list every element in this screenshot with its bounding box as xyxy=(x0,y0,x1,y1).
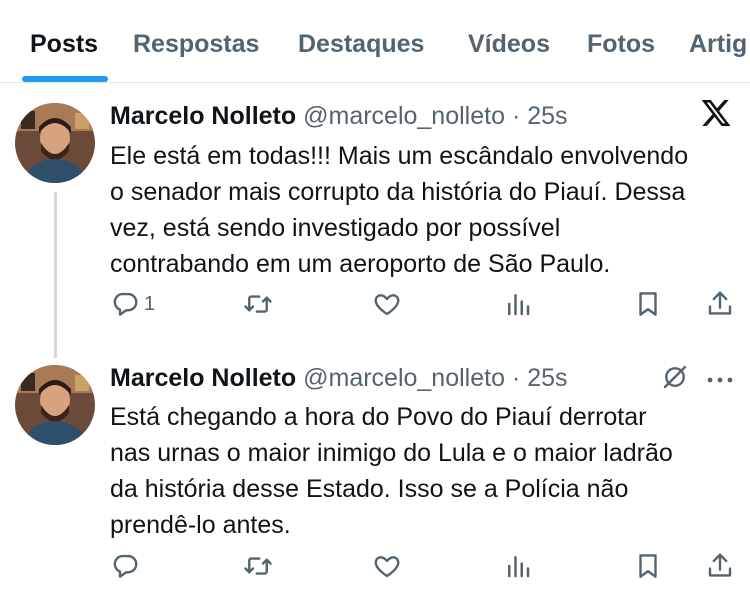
tab-videos[interactable]: Vídeos xyxy=(468,30,550,59)
author-handle[interactable]: @marcelo_nolleto xyxy=(303,364,505,392)
like-icon xyxy=(372,551,402,581)
like-icon xyxy=(372,289,402,319)
avatar[interactable] xyxy=(15,103,95,183)
post-header: Marcelo Nolleto @marcelo_nolleto · 25s xyxy=(110,102,568,131)
tab-posts[interactable]: Posts xyxy=(30,30,98,59)
active-tab-indicator xyxy=(22,76,108,82)
share-button[interactable] xyxy=(705,288,735,320)
author-handle[interactable]: @marcelo_nolleto xyxy=(303,102,505,130)
avatar[interactable] xyxy=(15,365,95,445)
share-icon xyxy=(705,551,735,581)
post-header: Marcelo Nolleto @marcelo_nolleto · 25s xyxy=(110,364,568,393)
post-text: Está chegando a hora do Povo do Piauí de… xyxy=(110,403,673,539)
author-name[interactable]: Marcelo Nolleto xyxy=(110,364,296,392)
like-button[interactable] xyxy=(372,550,402,582)
separator: · xyxy=(511,102,521,130)
post-time[interactable]: 25s xyxy=(527,364,567,392)
share-icon xyxy=(705,289,735,319)
tab-artigos[interactable]: Artig xyxy=(689,30,747,59)
bookmark-button[interactable] xyxy=(633,288,663,320)
repost-icon xyxy=(242,551,274,581)
author-name[interactable]: Marcelo Nolleto xyxy=(110,102,296,130)
post-actions: 1 xyxy=(110,288,740,320)
views-icon xyxy=(503,289,533,319)
tab-respostas[interactable]: Respostas xyxy=(133,30,259,59)
views-button[interactable] xyxy=(503,288,533,320)
reply-button[interactable] xyxy=(110,550,140,582)
bookmark-icon xyxy=(633,551,663,581)
profile-tabs: Posts Respostas Destaques Vídeos Fotos A… xyxy=(0,0,750,83)
more-icon[interactable] xyxy=(706,372,734,390)
thread-line xyxy=(54,192,57,358)
post-actions xyxy=(110,550,740,582)
share-button[interactable] xyxy=(705,550,735,582)
repost-button[interactable] xyxy=(242,550,274,582)
repost-button[interactable] xyxy=(242,288,274,320)
separator: · xyxy=(511,364,521,392)
reply-icon xyxy=(110,551,140,581)
bookmark-button[interactable] xyxy=(633,550,663,582)
grok-icon[interactable] xyxy=(660,362,690,397)
post-time[interactable]: 25s xyxy=(527,102,567,130)
like-button[interactable] xyxy=(372,288,402,320)
bookmark-icon xyxy=(633,289,663,319)
x-logo-icon xyxy=(700,97,732,134)
tab-fotos[interactable]: Fotos xyxy=(587,30,655,59)
post-text: Ele está em todas!!! Mais um escândalo e… xyxy=(110,142,689,278)
reply-button[interactable]: 1 xyxy=(110,288,155,320)
views-icon xyxy=(503,551,533,581)
repost-icon xyxy=(242,289,274,319)
reply-count: 1 xyxy=(144,292,156,315)
reply-icon xyxy=(110,289,140,319)
views-button[interactable] xyxy=(503,550,533,582)
tab-destaques[interactable]: Destaques xyxy=(298,30,424,59)
